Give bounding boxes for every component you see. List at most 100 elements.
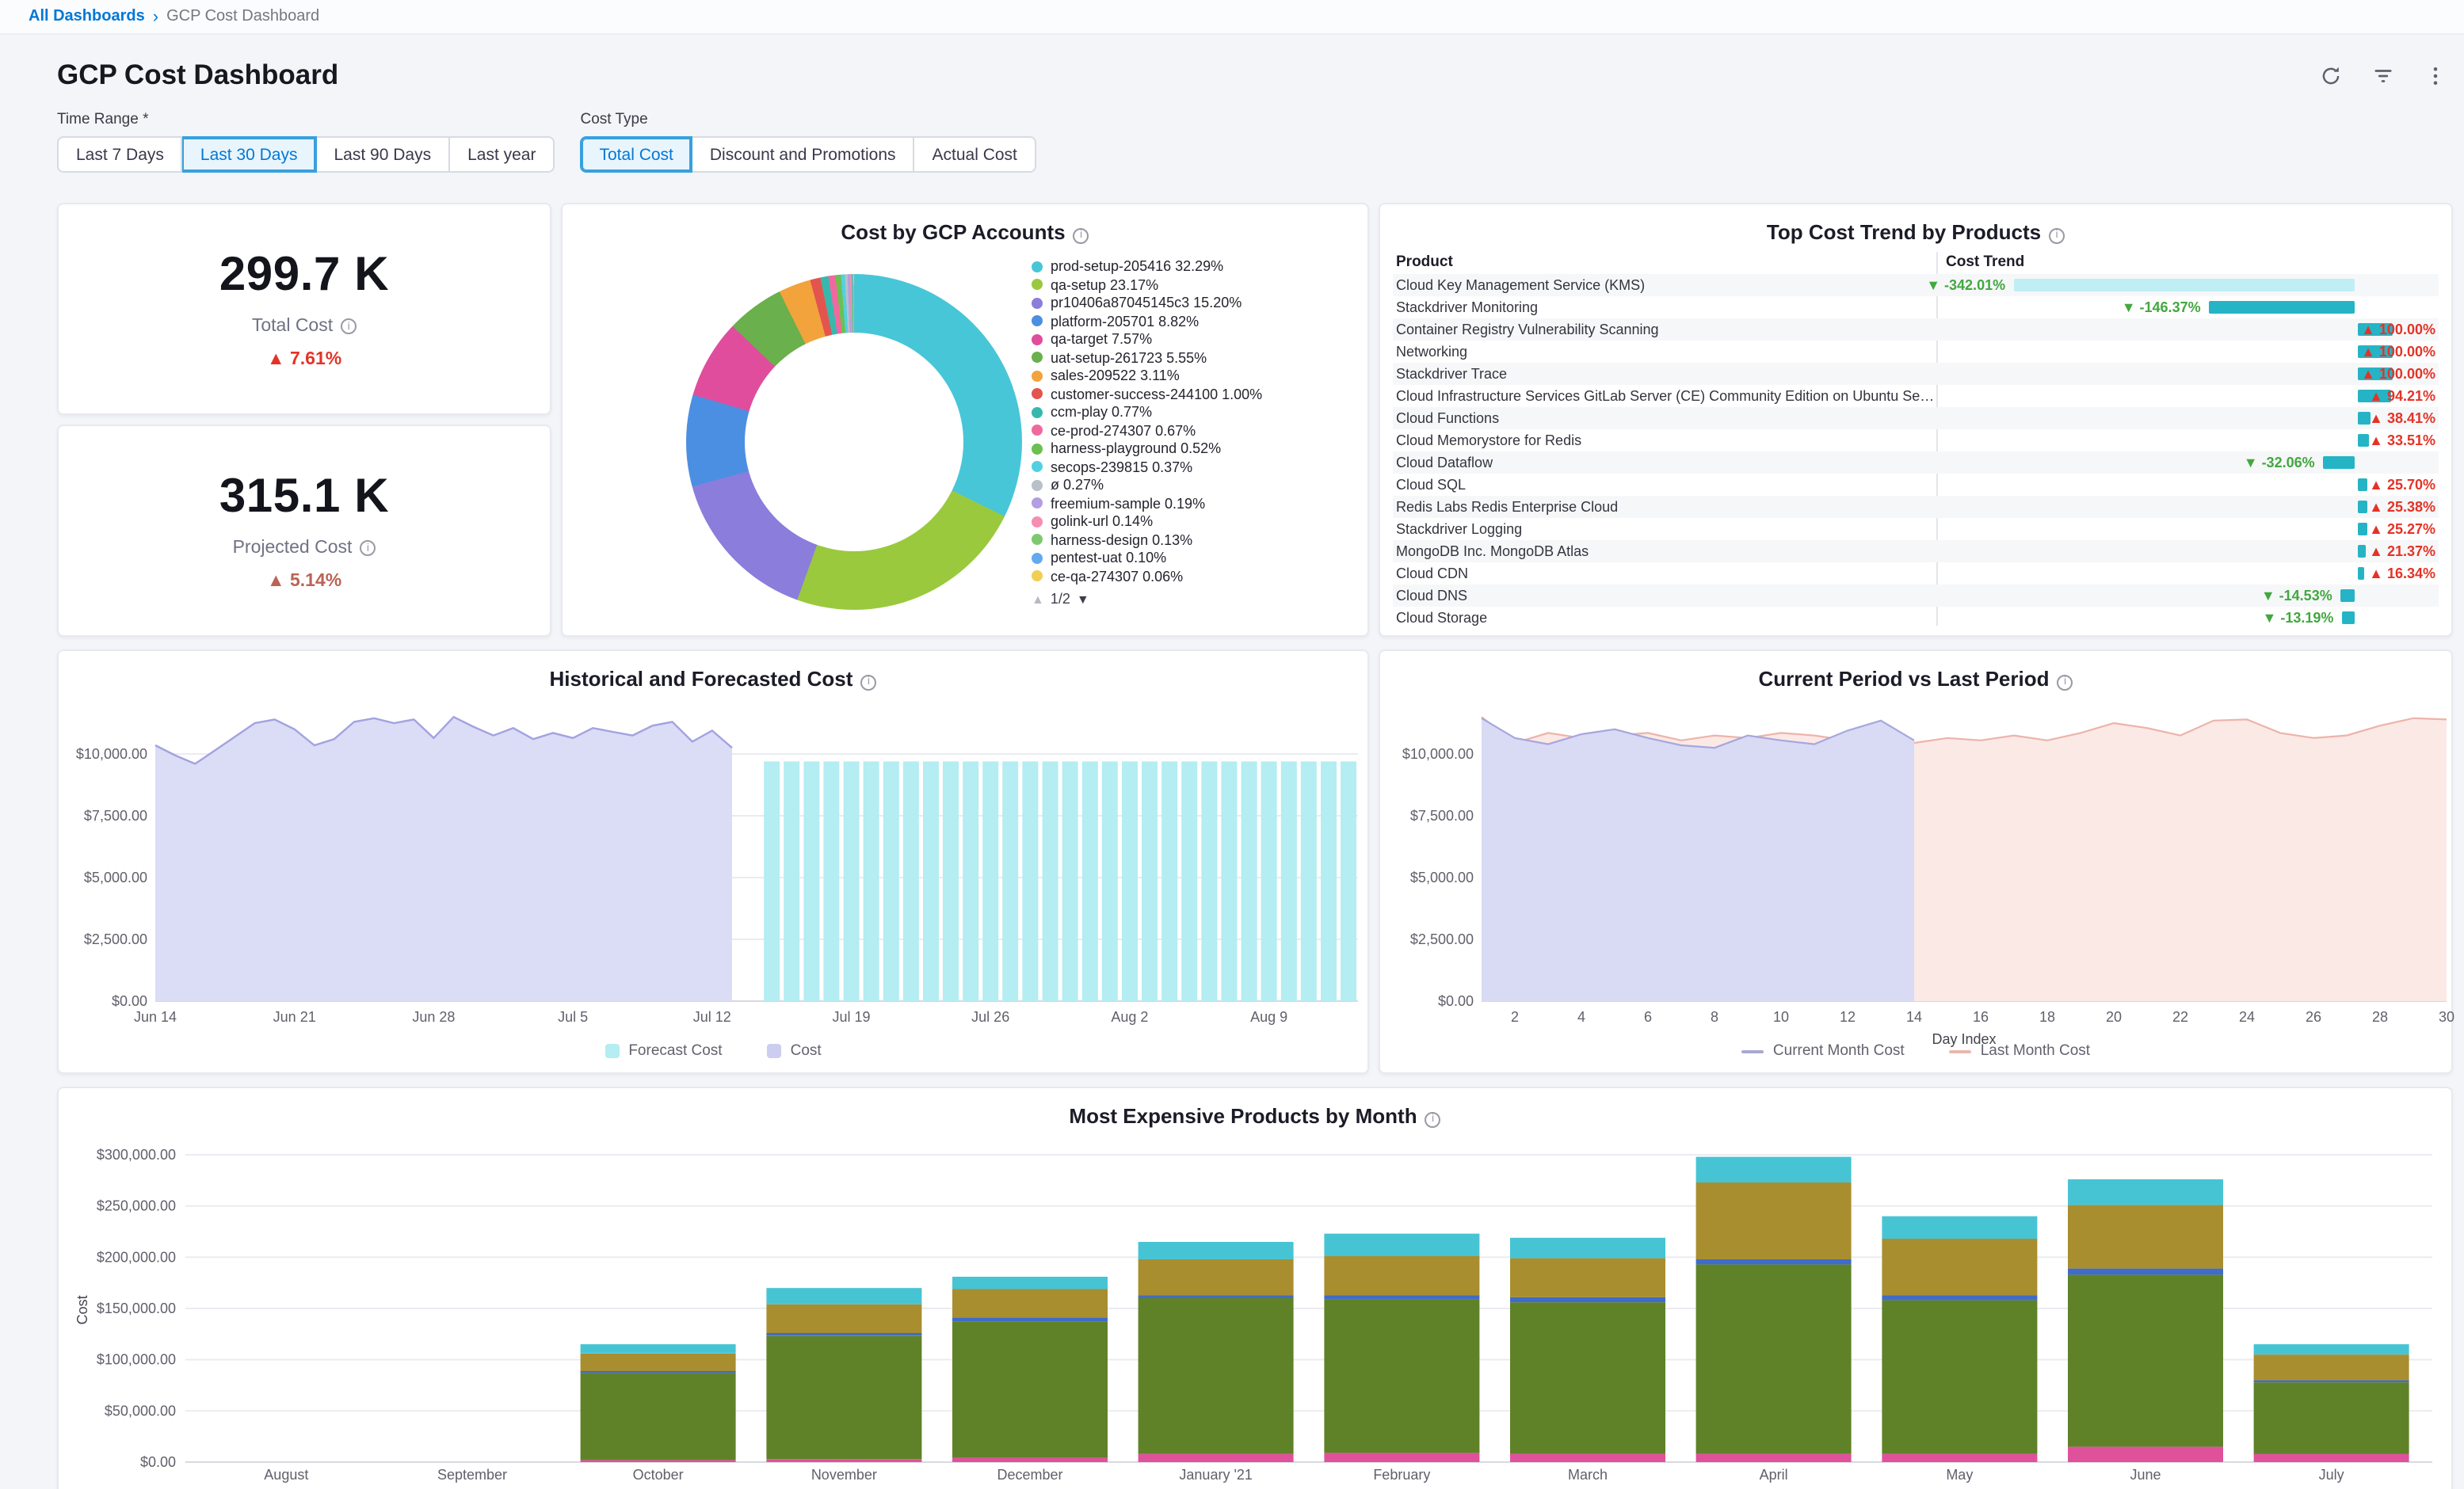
legend-item-pentest-uat[interactable]: pentest-uat 0.10%: [1032, 550, 1355, 566]
bar-segment-segment-blue: [1696, 1259, 1852, 1264]
cost-trend-cell: ▲ 25.27%: [1936, 518, 2439, 540]
legend-item-pr10406a87045145c3[interactable]: pr10406a87045145c3 15.20%: [1032, 295, 1355, 311]
legend-item-ce-qa-274307[interactable]: ce-qa-274307 0.06%: [1032, 568, 1355, 585]
cost-type-option-discount-and-promotions[interactable]: Discount and Promotions: [692, 136, 915, 173]
trend-bar: [2358, 545, 2365, 558]
legend-item-prod-setup-205416[interactable]: prod-setup-205416 32.29%: [1032, 258, 1355, 275]
time-range-option-last-90-days[interactable]: Last 90 Days: [317, 136, 451, 173]
legend-label: customer-success-244100 1.00%: [1051, 386, 1262, 402]
breadcrumb-all-dashboards-link[interactable]: All Dashboards: [29, 8, 145, 25]
table-row: MongoDB Inc. MongoDB Atlas▲ 21.37%: [1393, 540, 2439, 562]
forecast-bar: [982, 761, 998, 1001]
legend-item-current-month-cost[interactable]: Current Month Cost: [1741, 1042, 1905, 1060]
top-cost-trend-title: Top Cost Trend by Productsi: [1380, 220, 2451, 244]
legend-label: golink-url 0.14%: [1051, 513, 1153, 530]
bar-segment-segment-blue: [581, 1371, 736, 1373]
refresh-icon[interactable]: [2318, 63, 2344, 89]
product-cell: Networking: [1393, 341, 1936, 363]
legend-label: pentest-uat 0.10%: [1051, 550, 1166, 566]
filter-icon[interactable]: [2371, 63, 2396, 89]
legend-dot: [1032, 461, 1043, 472]
legend-label: sales-209522 3.11%: [1051, 367, 1180, 384]
product-cell: Redis Labs Redis Enterprise Cloud: [1393, 496, 1936, 518]
legend-item-harness-playground[interactable]: harness-playground 0.52%: [1032, 440, 1355, 457]
legend-label: prod-setup-205416 32.29%: [1051, 258, 1223, 275]
table-row: Cloud DNS▼ -14.53%: [1393, 585, 2439, 607]
chart-title-text: Cost by GCP Accounts: [841, 220, 1065, 244]
product-cell: Stackdriver Monitoring: [1393, 296, 1936, 318]
legend-page-up-icon[interactable]: ▲: [1032, 592, 1044, 606]
current-month-area: [1482, 718, 1914, 1001]
legend-label: platform-205701 8.82%: [1051, 313, 1199, 329]
legend-item-customer-success-244100[interactable]: customer-success-244100 1.00%: [1032, 386, 1355, 402]
legend-line-marker: [1741, 1049, 1764, 1053]
legend-dot: [1032, 370, 1043, 381]
product-cell: Cloud Storage: [1393, 607, 1936, 629]
trend-value: ▲ 100.00%: [2361, 318, 2435, 341]
legend-item-sales-209522[interactable]: sales-209522 3.11%: [1032, 367, 1355, 384]
legend-item-uat-setup-261723[interactable]: uat-setup-261723 5.55%: [1032, 349, 1355, 366]
bar-segment-segment-blue: [952, 1318, 1108, 1322]
forecast-bar: [1043, 761, 1058, 1001]
x-axis-tick-label: August: [264, 1467, 308, 1483]
cost-type-option-total-cost[interactable]: Total Cost: [581, 136, 692, 173]
legend-item-ccm-play[interactable]: ccm-play 0.77%: [1032, 404, 1355, 421]
info-icon[interactable]: i: [2049, 227, 2065, 243]
forecast-bar: [864, 761, 879, 1001]
legend-item-secops-239815[interactable]: secops-239815 0.37%: [1032, 459, 1355, 475]
legend-dot: [1032, 388, 1043, 399]
bar-segment-segment-pink: [1510, 1454, 1665, 1462]
legend-label: qa-setup 23.17%: [1051, 276, 1158, 293]
legend-dot: [1032, 261, 1043, 272]
x-axis-tick-label: Aug 2: [1111, 1009, 1148, 1025]
bar-segment-segment-olive: [766, 1304, 921, 1333]
legend-label: ce-qa-274307 0.06%: [1051, 568, 1183, 585]
forecast-bar: [1321, 761, 1337, 1001]
forecast-bar: [823, 761, 839, 1001]
cost-area: [155, 717, 732, 1001]
legend-item-freemium-sample[interactable]: freemium-sample 0.19%: [1032, 495, 1355, 512]
legend-item-last-month-cost[interactable]: Last Month Cost: [1949, 1042, 2090, 1060]
bar-segment-segment-pink: [581, 1460, 736, 1462]
bar-segment-segment-blue: [766, 1333, 921, 1336]
time-range-option-last-year[interactable]: Last year: [450, 136, 555, 173]
x-axis-tick-label: 12: [1840, 1009, 1856, 1025]
time-range-option-last-7-days[interactable]: Last 7 Days: [57, 136, 183, 173]
column-header-cost-trend[interactable]: Cost Trend: [1936, 252, 2439, 274]
breadcrumb-chevron-icon: ›: [153, 7, 158, 26]
x-axis-tick-label: 10: [1773, 1009, 1789, 1025]
legend-item-[interactable]: ø 0.27%: [1032, 477, 1355, 493]
y-axis-tick-label: $2,500.00: [84, 931, 147, 947]
legend-item-cost[interactable]: Cost: [767, 1042, 822, 1060]
total-cost-value: 299.7 K: [219, 249, 389, 303]
kebab-menu-icon[interactable]: [2423, 63, 2448, 89]
legend-item-qa-target[interactable]: qa-target 7.57%: [1032, 331, 1355, 348]
legend-dot: [1032, 297, 1043, 308]
legend-item-platform-205701[interactable]: platform-205701 8.82%: [1032, 313, 1355, 329]
legend-item-qa-setup[interactable]: qa-setup 23.17%: [1032, 276, 1355, 293]
breadcrumb: All Dashboards › GCP Cost Dashboard: [0, 0, 2464, 35]
info-icon[interactable]: i: [341, 318, 357, 334]
y-axis-tick-label: $5,000.00: [84, 870, 147, 885]
cost-type-option-actual-cost[interactable]: Actual Cost: [915, 136, 1036, 173]
legend-item-forecast-cost[interactable]: Forecast Cost: [605, 1042, 722, 1060]
bar-segment-segment-pink: [766, 1459, 921, 1462]
legend-item-harness-design[interactable]: harness-design 0.13%: [1032, 531, 1355, 548]
time-range-option-last-30-days[interactable]: Last 30 Days: [183, 136, 317, 173]
x-axis-tick-label: 26: [2306, 1009, 2321, 1025]
legend-dot: [1032, 552, 1043, 563]
legend-page-down-icon[interactable]: ▼: [1077, 592, 1089, 606]
trend-value: ▲ 100.00%: [2361, 363, 2435, 385]
trend-value: ▲ 38.41%: [2369, 407, 2435, 429]
column-header-product[interactable]: Product: [1393, 252, 1936, 274]
info-icon[interactable]: i: [360, 540, 376, 556]
legend-label: Cost: [791, 1042, 822, 1060]
info-icon[interactable]: i: [1074, 227, 1089, 243]
legend-item-ce-prod-274307[interactable]: ce-prod-274307 0.67%: [1032, 422, 1355, 439]
forecast-bar: [844, 761, 860, 1001]
trend-value: ▼ -13.19%: [2263, 607, 2334, 629]
legend-item-golink-url[interactable]: golink-url 0.14%: [1032, 513, 1355, 530]
top-cost-trend-card: Top Cost Trend by Productsi ProductCost …: [1379, 203, 2453, 637]
trend-value: ▲ 25.27%: [2369, 518, 2435, 540]
y-axis-tick-label: $2,500.00: [1410, 931, 1474, 947]
